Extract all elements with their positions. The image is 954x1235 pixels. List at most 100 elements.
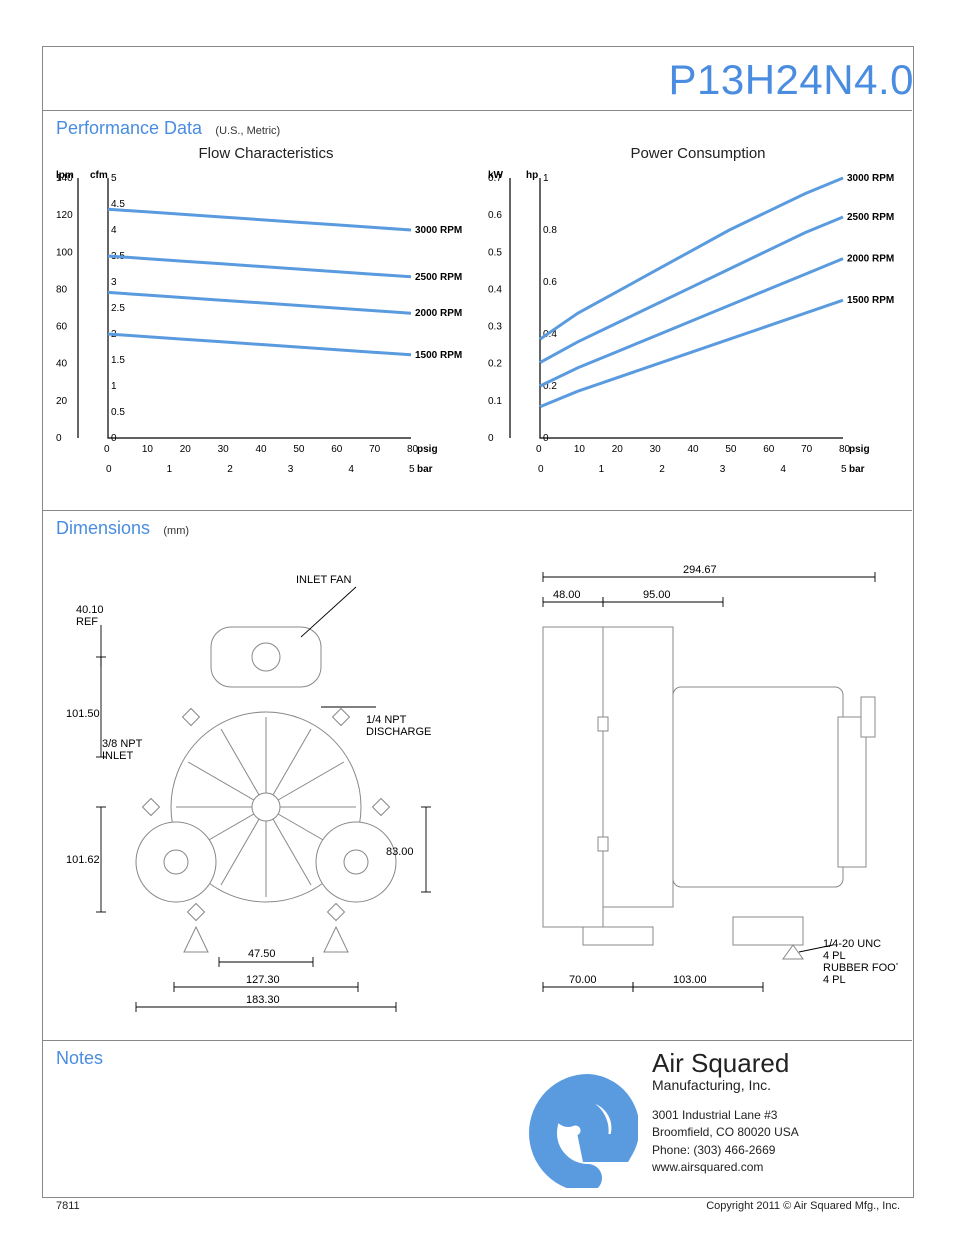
svg-text:RUBBER FOOT: RUBBER FOOT: [823, 962, 898, 974]
svg-text:2: 2: [659, 464, 665, 475]
svg-text:20: 20: [56, 396, 68, 407]
svg-text:0: 0: [488, 433, 494, 444]
svg-text:bar: bar: [417, 464, 433, 475]
svg-text:47.50: 47.50: [248, 948, 276, 960]
svg-text:2000 RPM: 2000 RPM: [847, 254, 894, 265]
performance-section: Performance Data (U.S., Metric) Flow Cha…: [56, 118, 898, 498]
power-chart-title: Power Consumption: [488, 145, 908, 162]
svg-text:40: 40: [56, 359, 68, 370]
company-addr1: 3001 Industrial Lane #3: [652, 1107, 799, 1124]
svg-text:30: 30: [218, 444, 230, 455]
svg-text:kW: kW: [488, 170, 504, 181]
svg-text:1: 1: [543, 173, 549, 184]
svg-text:2500 RPM: 2500 RPM: [415, 272, 462, 283]
dims-units: (mm): [163, 525, 189, 537]
svg-text:0: 0: [104, 444, 110, 455]
svg-text:1500 RPM: 1500 RPM: [415, 350, 462, 361]
svg-text:3: 3: [111, 277, 117, 288]
svg-text:60: 60: [331, 444, 343, 455]
svg-text:2500 RPM: 2500 RPM: [847, 212, 894, 223]
svg-text:1500 RPM: 1500 RPM: [847, 295, 894, 306]
svg-text:4: 4: [780, 464, 786, 475]
svg-text:0: 0: [536, 444, 542, 455]
svg-text:294.67: 294.67: [683, 564, 717, 576]
side-view-drawing: 294.6748.0095.0070.00103.001/4-20 UNC4 P…: [483, 547, 898, 1027]
svg-text:40: 40: [256, 444, 268, 455]
svg-text:1: 1: [167, 464, 173, 475]
svg-text:0.8: 0.8: [543, 225, 557, 236]
svg-text:4 PL: 4 PL: [823, 950, 846, 962]
svg-text:1.5: 1.5: [111, 355, 125, 366]
svg-text:3000 RPM: 3000 RPM: [847, 173, 894, 184]
svg-text:5: 5: [841, 464, 847, 475]
svg-text:5: 5: [111, 173, 117, 184]
svg-text:80: 80: [56, 284, 68, 295]
perf-units: (U.S., Metric): [215, 125, 280, 137]
svg-text:120: 120: [56, 210, 73, 221]
svg-text:DISCHARGE: DISCHARGE: [366, 726, 431, 738]
company-block: Air Squared Manufacturing, Inc. 3001 Ind…: [498, 1048, 898, 1193]
svg-text:10: 10: [574, 444, 586, 455]
svg-text:70: 70: [369, 444, 381, 455]
svg-text:0: 0: [543, 433, 549, 444]
svg-text:bar: bar: [849, 464, 865, 475]
company-phone: Phone: (303) 466-2669: [652, 1142, 799, 1159]
company-addr2: Broomfield, CO 80020 USA: [652, 1124, 799, 1141]
svg-text:70.00: 70.00: [569, 974, 597, 986]
svg-text:0.4: 0.4: [488, 284, 502, 295]
svg-text:4: 4: [348, 464, 354, 475]
svg-text:20: 20: [612, 444, 624, 455]
svg-text:5: 5: [409, 464, 415, 475]
svg-text:0: 0: [538, 464, 544, 475]
svg-text:1: 1: [111, 381, 117, 392]
company-logo-icon: [498, 1048, 638, 1188]
svg-text:0.5: 0.5: [488, 247, 502, 258]
footer-left: 7811: [56, 1200, 80, 1212]
svg-text:10: 10: [142, 444, 154, 455]
svg-text:95.00: 95.00: [643, 589, 671, 601]
svg-text:INLET FAN: INLET FAN: [296, 574, 351, 586]
svg-text:4 PL: 4 PL: [823, 974, 846, 986]
svg-text:3: 3: [288, 464, 294, 475]
svg-text:1/4 NPT: 1/4 NPT: [366, 714, 407, 726]
svg-text:0.6: 0.6: [488, 210, 502, 221]
svg-text:48.00: 48.00: [553, 589, 581, 601]
svg-text:1: 1: [599, 464, 605, 475]
svg-text:0.3: 0.3: [488, 322, 502, 333]
svg-text:2.5: 2.5: [111, 303, 125, 314]
svg-text:2000 RPM: 2000 RPM: [415, 308, 462, 319]
svg-text:70: 70: [801, 444, 813, 455]
svg-text:60: 60: [56, 322, 68, 333]
svg-text:INLET: INLET: [102, 750, 133, 762]
flow-chart: Flow Characteristics 00.511.522.533.544.…: [56, 145, 476, 498]
svg-text:183.30: 183.30: [246, 994, 280, 1006]
svg-text:101.50: 101.50: [66, 708, 100, 720]
company-web: www.airsquared.com: [652, 1159, 799, 1176]
svg-text:30: 30: [650, 444, 662, 455]
svg-text:2: 2: [227, 464, 233, 475]
svg-text:hp: hp: [526, 170, 538, 181]
front-view-drawing: INLET FAN40.10REF101.503/8 NPTINLET1/4 N…: [56, 547, 471, 1027]
power-chart: Power Consumption 00.20.40.60.8100.10.20…: [488, 145, 908, 498]
svg-text:0: 0: [111, 433, 117, 444]
model-number: P13H24N4.0: [669, 56, 915, 104]
dimensions-section: Dimensions (mm) INLET FAN40.10REF101.503…: [56, 518, 898, 1027]
footer-right: Copyright 2011 © Air Squared Mfg., Inc.: [706, 1200, 900, 1212]
svg-text:3/8 NPT: 3/8 NPT: [102, 738, 143, 750]
company-name: Air Squared: [652, 1048, 799, 1079]
svg-text:20: 20: [180, 444, 192, 455]
svg-text:1/4-20 UNC: 1/4-20 UNC: [823, 938, 881, 950]
notes-title: Notes: [56, 1048, 103, 1068]
svg-text:3000 RPM: 3000 RPM: [415, 225, 462, 236]
svg-text:60: 60: [763, 444, 775, 455]
svg-text:103.00: 103.00: [673, 974, 707, 986]
svg-text:psig: psig: [849, 444, 870, 455]
svg-text:50: 50: [725, 444, 737, 455]
svg-text:cfm: cfm: [90, 170, 108, 181]
svg-text:3: 3: [720, 464, 726, 475]
svg-text:psig: psig: [417, 444, 438, 455]
svg-text:0: 0: [56, 433, 62, 444]
svg-text:83.00: 83.00: [386, 846, 414, 858]
company-subtitle: Manufacturing, Inc.: [652, 1077, 799, 1093]
flow-chart-title: Flow Characteristics: [56, 145, 476, 162]
